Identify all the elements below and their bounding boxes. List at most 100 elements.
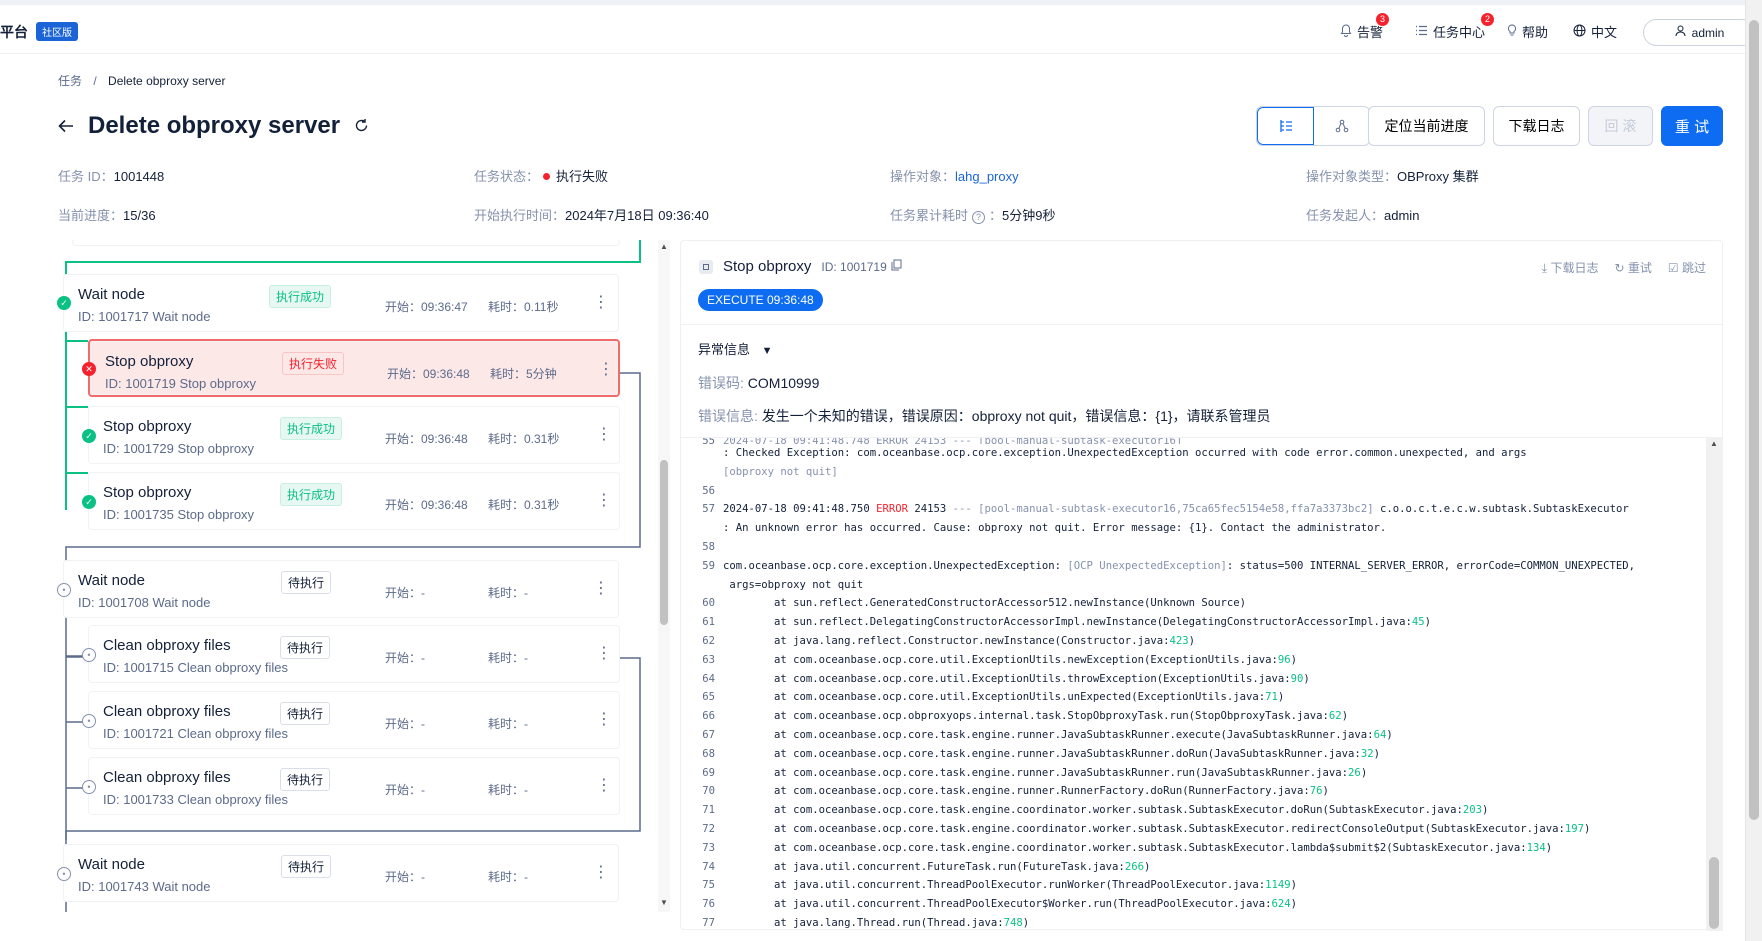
- detail-download-log[interactable]: ⤓ 下载日志: [1542, 259, 1599, 276]
- log-line: 70 at com.oceanbase.ocp.core.task.engine…: [702, 785, 1329, 798]
- tree-scrollbar-thumb[interactable]: [660, 460, 668, 625]
- stack-trace: 60 at sun.reflect.GeneratedConstructorAc…: [681, 594, 1706, 931]
- user-menu-button[interactable]: admin: [1643, 19, 1756, 46]
- log-line: 69 at com.oceanbase.ocp.core.task.engine…: [702, 766, 1368, 779]
- globe-icon: [1573, 24, 1586, 40]
- status-tag: 待执行: [280, 702, 331, 725]
- more-vertical-icon[interactable]: ⋮: [596, 490, 612, 510]
- task-node[interactable]: Wait node ID: 1001717 Wait node 执行成功 开始：…: [63, 274, 619, 332]
- page-scrollbar-thumb[interactable]: [1749, 20, 1759, 820]
- rollback-button[interactable]: 回 滚: [1588, 106, 1653, 146]
- download-log-button[interactable]: 下载日志: [1493, 106, 1580, 146]
- task-id-field: 任务 ID：1001448: [58, 169, 165, 184]
- log-line: 63 at com.oceanbase.ocp.core.util.Except…: [702, 653, 1298, 666]
- more-vertical-icon[interactable]: ⋮: [593, 578, 609, 598]
- log-scroll-up-icon[interactable]: ▲: [1710, 439, 1718, 448]
- task-center-label: 任务中心: [1433, 25, 1486, 40]
- skip-icon: ☑: [1667, 261, 1679, 275]
- page-title: Delete obproxy server: [88, 112, 341, 139]
- more-vertical-icon[interactable]: ⋮: [598, 359, 614, 379]
- list-view-toggle[interactable]: [1257, 107, 1314, 145]
- user-name: admin: [1691, 25, 1725, 40]
- scroll-down-arrow-icon[interactable]: ▼: [660, 898, 668, 907]
- task-node[interactable]: Wait node ID: 1001708 Wait node 待执行 开始：-…: [63, 560, 619, 618]
- log-line: 61 at sun.reflect.DelegatingConstructorA…: [702, 616, 1431, 629]
- task-node[interactable]: Clean obproxy files ID: 1001721 Clean ob…: [88, 691, 620, 749]
- target-type-field: 操作对象类型：OBProxy 集群: [1306, 169, 1479, 184]
- retry-button[interactable]: 重 试: [1661, 106, 1723, 146]
- refresh-icon[interactable]: [354, 112, 369, 140]
- elapsed-field: 任务累计耗时? ：5分钟9秒: [890, 208, 1056, 224]
- log-line: 59 com.oceanbase.ocp.core.exception.Unexp…: [702, 559, 1636, 572]
- bell-icon: [1340, 23, 1352, 40]
- pending-circle-icon: •: [57, 583, 71, 597]
- log-line: 73 at com.oceanbase.ocp.core.task.engine…: [702, 841, 1553, 854]
- status-tag: 待执行: [280, 636, 331, 659]
- more-vertical-icon[interactable]: ⋮: [596, 424, 612, 444]
- log-line: 77 at java.lang.Thread.run(Thread.java:7…: [702, 916, 1030, 929]
- breadcrumb-current: Delete obproxy server: [108, 74, 226, 88]
- check-circle-icon: ✓: [82, 495, 96, 509]
- log-line: 71 at com.oceanbase.ocp.core.task.engine…: [702, 804, 1489, 817]
- task-node[interactable]: Wait node ID: 1001743 Wait node 待执行 开始：-…: [63, 844, 619, 902]
- task-node-failed[interactable]: Stop obproxy ID: 1001719 Stop obproxy 执行…: [88, 339, 620, 397]
- top-bar: 平台 社区版 告警 3 任务中心 2 帮助 中文 admin: [0, 0, 1756, 54]
- view-switch: [1256, 106, 1370, 146]
- language-menu[interactable]: 中文: [1573, 22, 1617, 41]
- brand-name: 平台: [0, 24, 28, 40]
- question-circle-icon[interactable]: ?: [972, 211, 986, 224]
- log-line: : Checked Exception: com.oceanbase.ocp.c…: [723, 447, 1527, 459]
- locate-progress-button[interactable]: 定位当前进度: [1368, 106, 1485, 146]
- more-vertical-icon[interactable]: ⋮: [593, 862, 609, 882]
- exception-info-toggle[interactable]: 异常信息 ▼: [698, 339, 773, 358]
- more-vertical-icon[interactable]: ⋮: [596, 775, 612, 795]
- log-scrollbar[interactable]: ▲: [1706, 437, 1723, 931]
- list-tree-icon: [1279, 120, 1292, 132]
- execute-time-badge: EXECUTE 09:36:48: [698, 289, 823, 311]
- alerts-menu[interactable]: 告警 3: [1340, 13, 1389, 41]
- copy-icon[interactable]: [891, 258, 902, 275]
- task-node[interactable]: Stop obproxy ID: 1001735 Stop obproxy 执行…: [88, 472, 620, 530]
- log-scrollbar-thumb[interactable]: [1709, 857, 1719, 929]
- more-vertical-icon[interactable]: ⋮: [596, 709, 612, 729]
- more-vertical-icon[interactable]: ⋮: [593, 292, 609, 312]
- graph-view-toggle[interactable]: [1314, 107, 1369, 145]
- log-viewer[interactable]: 55 2024-07-18 09:41:48.748 ERROR 24153 --…: [681, 437, 1706, 931]
- task-node[interactable]: Clean obproxy files ID: 1001715 Clean ob…: [88, 625, 620, 683]
- tree-scrollbar[interactable]: ▲ ▼: [658, 240, 670, 912]
- lightbulb-icon: [1507, 23, 1517, 40]
- detail-title-row: Stop obproxy ID: 1001719: [699, 258, 902, 275]
- log-line: [obproxy not quit]: [723, 465, 838, 478]
- status-tag: 执行成功: [269, 285, 332, 308]
- progress-field: 当前进度：15/36: [58, 208, 156, 223]
- alerts-count-badge: 3: [1376, 13, 1389, 26]
- status-tag: 待执行: [280, 768, 331, 791]
- status-tag: 执行失败: [282, 352, 345, 375]
- target-link[interactable]: lahg_proxy: [955, 169, 1019, 184]
- breadcrumb-tasks-link[interactable]: 任务: [58, 74, 82, 88]
- log-line: 64 at com.oceanbase.ocp.core.util.Except…: [702, 672, 1310, 685]
- back-arrow-icon[interactable]: [58, 112, 74, 140]
- status-tag: 执行成功: [280, 417, 343, 440]
- scroll-up-arrow-icon[interactable]: ▲: [660, 242, 668, 251]
- status-tag: 执行成功: [280, 483, 343, 506]
- detail-retry[interactable]: ↻ 重试: [1614, 259, 1651, 276]
- pending-circle-icon: •: [82, 780, 96, 794]
- help-menu[interactable]: 帮助: [1507, 22, 1548, 41]
- detail-id: ID: 1001719: [821, 259, 887, 274]
- breadcrumb: 任务 / Delete obproxy server: [58, 72, 225, 89]
- error-circle-icon: ✕: [82, 362, 96, 376]
- page-scrollbar[interactable]: [1745, 0, 1762, 941]
- subtask-detail-panel: Stop obproxy ID: 1001719 ⤓ 下载日志 ↻ 重试 ☑ 跳…: [680, 240, 1723, 931]
- task-node[interactable]: Stop obproxy ID: 1001729 Stop obproxy 执行…: [88, 406, 620, 464]
- previous-node-edge: [72, 240, 620, 246]
- task-center-menu[interactable]: 任务中心 2: [1415, 13, 1494, 41]
- log-line: 66 at com.oceanbase.ocp.obproxyops.inter…: [702, 710, 1349, 723]
- task-node[interactable]: Clean obproxy files ID: 1001733 Clean ob…: [88, 757, 620, 815]
- status-tag: 待执行: [281, 855, 332, 878]
- breadcrumb-separator: /: [93, 74, 97, 88]
- detail-skip[interactable]: ☑ 跳过: [1668, 259, 1706, 276]
- more-vertical-icon[interactable]: ⋮: [596, 643, 612, 663]
- flow-graph-icon: [1335, 119, 1348, 133]
- target-field: 操作对象：lahg_proxy: [890, 169, 1019, 184]
